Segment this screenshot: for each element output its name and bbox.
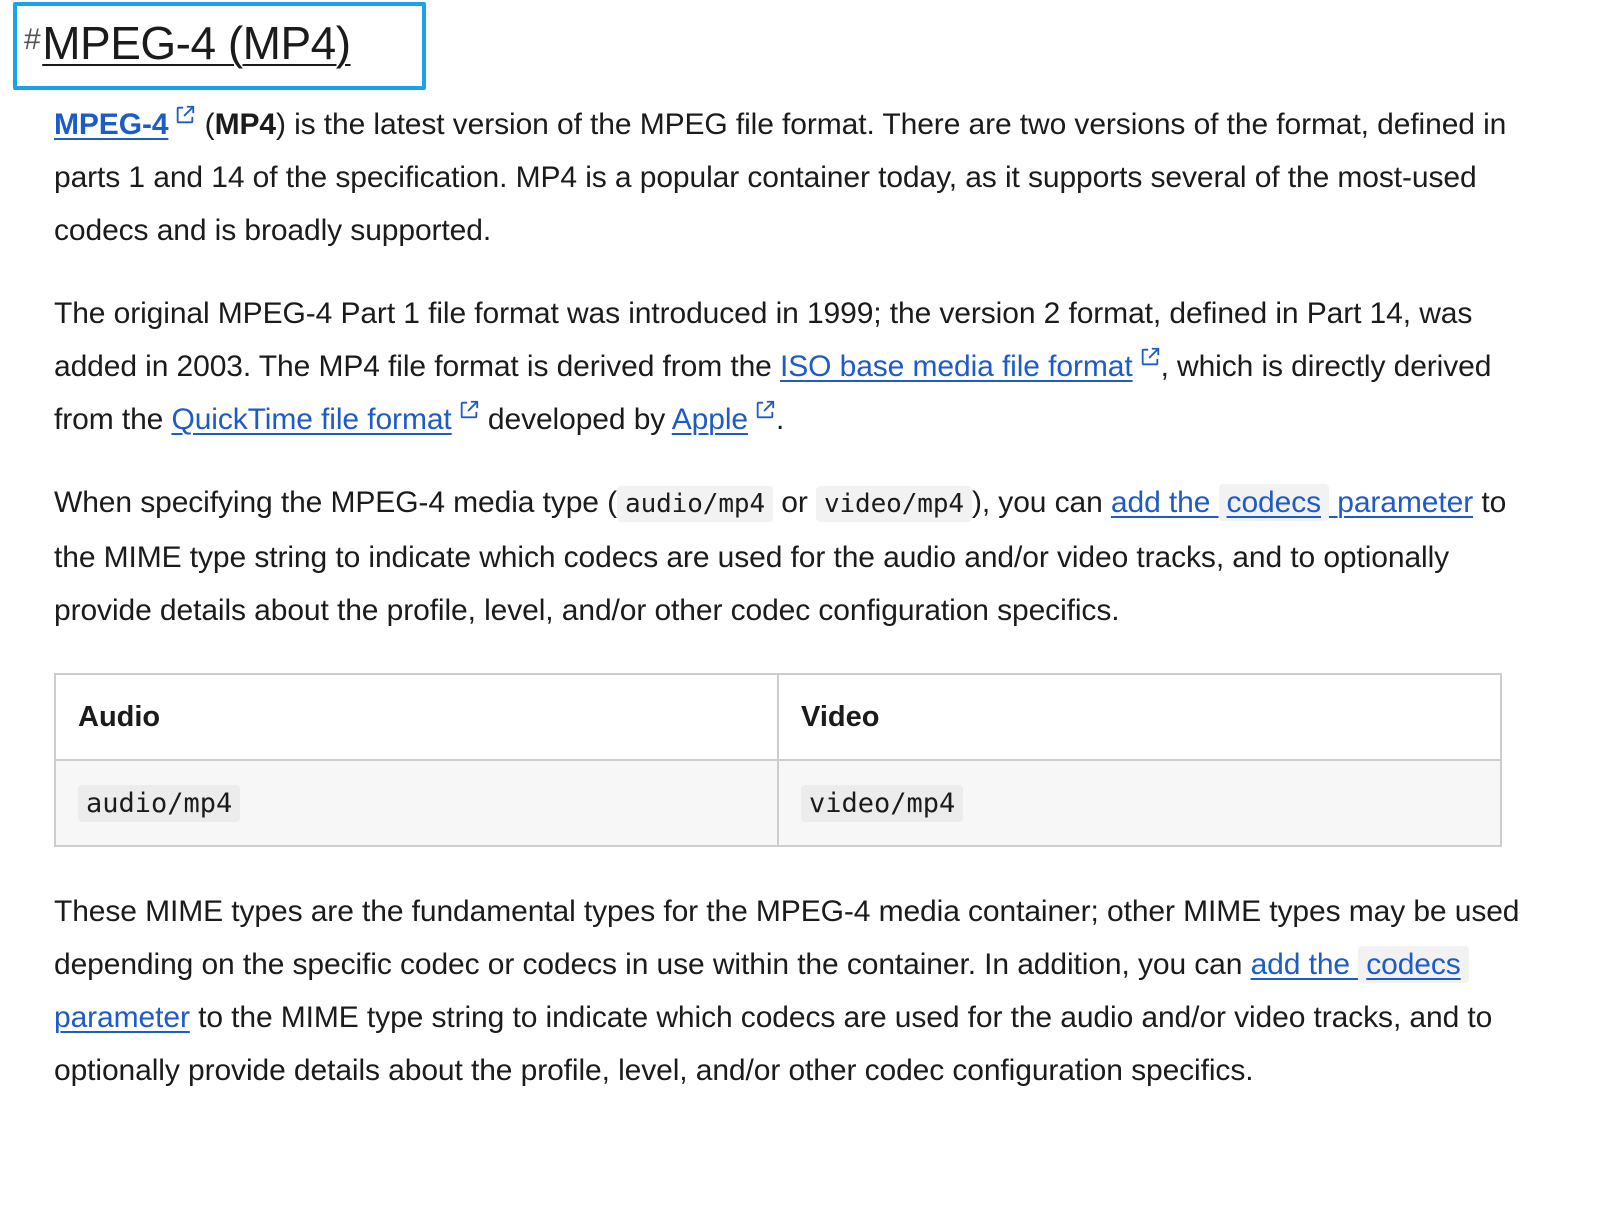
p2-text-c: developed by (479, 403, 672, 436)
table-header-row: Audio Video (54, 673, 1502, 761)
link-codecs-code: codecs (1358, 946, 1469, 983)
external-link-icon (177, 105, 195, 124)
link-codecs-code: codecs (1218, 484, 1330, 521)
link-parameter: parameter (1329, 486, 1474, 519)
table-header-video: Video (777, 673, 1502, 761)
apple-link[interactable]: Apple (672, 403, 748, 436)
mime-types-table: Audio Video audio/mp4 video/mp4 (54, 673, 1502, 847)
link-add-the: add the (1250, 948, 1359, 981)
p2-text-d: . (776, 403, 785, 436)
p4-text-b: to the MIME type string to indicate whic… (54, 1001, 1493, 1087)
link-add-the: add the (1110, 486, 1219, 519)
code-audio-mp4: audio/mp4 (78, 784, 241, 822)
external-link-icon (1141, 347, 1159, 366)
paragraph-history: The original MPEG-4 Part 1 file format w… (54, 287, 1554, 446)
paragraph-media-type: When specifying the MPEG-4 media type (a… (54, 476, 1554, 637)
p1-text-a: ( (196, 108, 215, 141)
iso-base-media-link[interactable]: ISO base media file format (780, 350, 1133, 383)
quicktime-link[interactable]: QuickTime file format (171, 403, 451, 436)
page: #MPEG-4 (MP4) MPEG-4 (MP4) is the latest… (0, 0, 1600, 1221)
external-link-icon (756, 400, 775, 419)
mp4-bold: MP4 (214, 108, 276, 141)
p3-text-b: or (773, 486, 816, 519)
article-body: MPEG-4 (MP4) is the latest version of th… (54, 98, 1554, 1097)
heading-anchor-hash[interactable]: # (24, 23, 41, 56)
page-title: #MPEG-4 (MP4) (24, 10, 351, 73)
paragraph-intro: MPEG-4 (MP4) is the latest version of th… (54, 98, 1554, 257)
code-video-mp4: video/mp4 (801, 784, 964, 822)
table-header-audio: Audio (54, 673, 779, 761)
code-video-mp4: video/mp4 (815, 486, 972, 522)
p3-text-a: When specifying the MPEG-4 media type ( (54, 486, 618, 519)
table-cell-audio: audio/mp4 (54, 759, 779, 847)
table-cell-video: video/mp4 (777, 759, 1502, 847)
paragraph-fundamental-types: These MIME types are the fundamental typ… (54, 885, 1554, 1097)
codecs-parameter-link[interactable]: add the codecs parameter (1111, 484, 1473, 521)
link-parameter: parameter (54, 1001, 190, 1034)
table-row: audio/mp4 video/mp4 (54, 759, 1502, 847)
mpeg4-link[interactable]: MPEG-4 (54, 108, 169, 141)
external-link-icon (460, 400, 478, 419)
p3-text-c: ), you can (971, 486, 1111, 519)
code-audio-mp4: audio/mp4 (617, 486, 773, 522)
heading-anchor-link[interactable]: MPEG-4 (MP4) (42, 17, 351, 69)
